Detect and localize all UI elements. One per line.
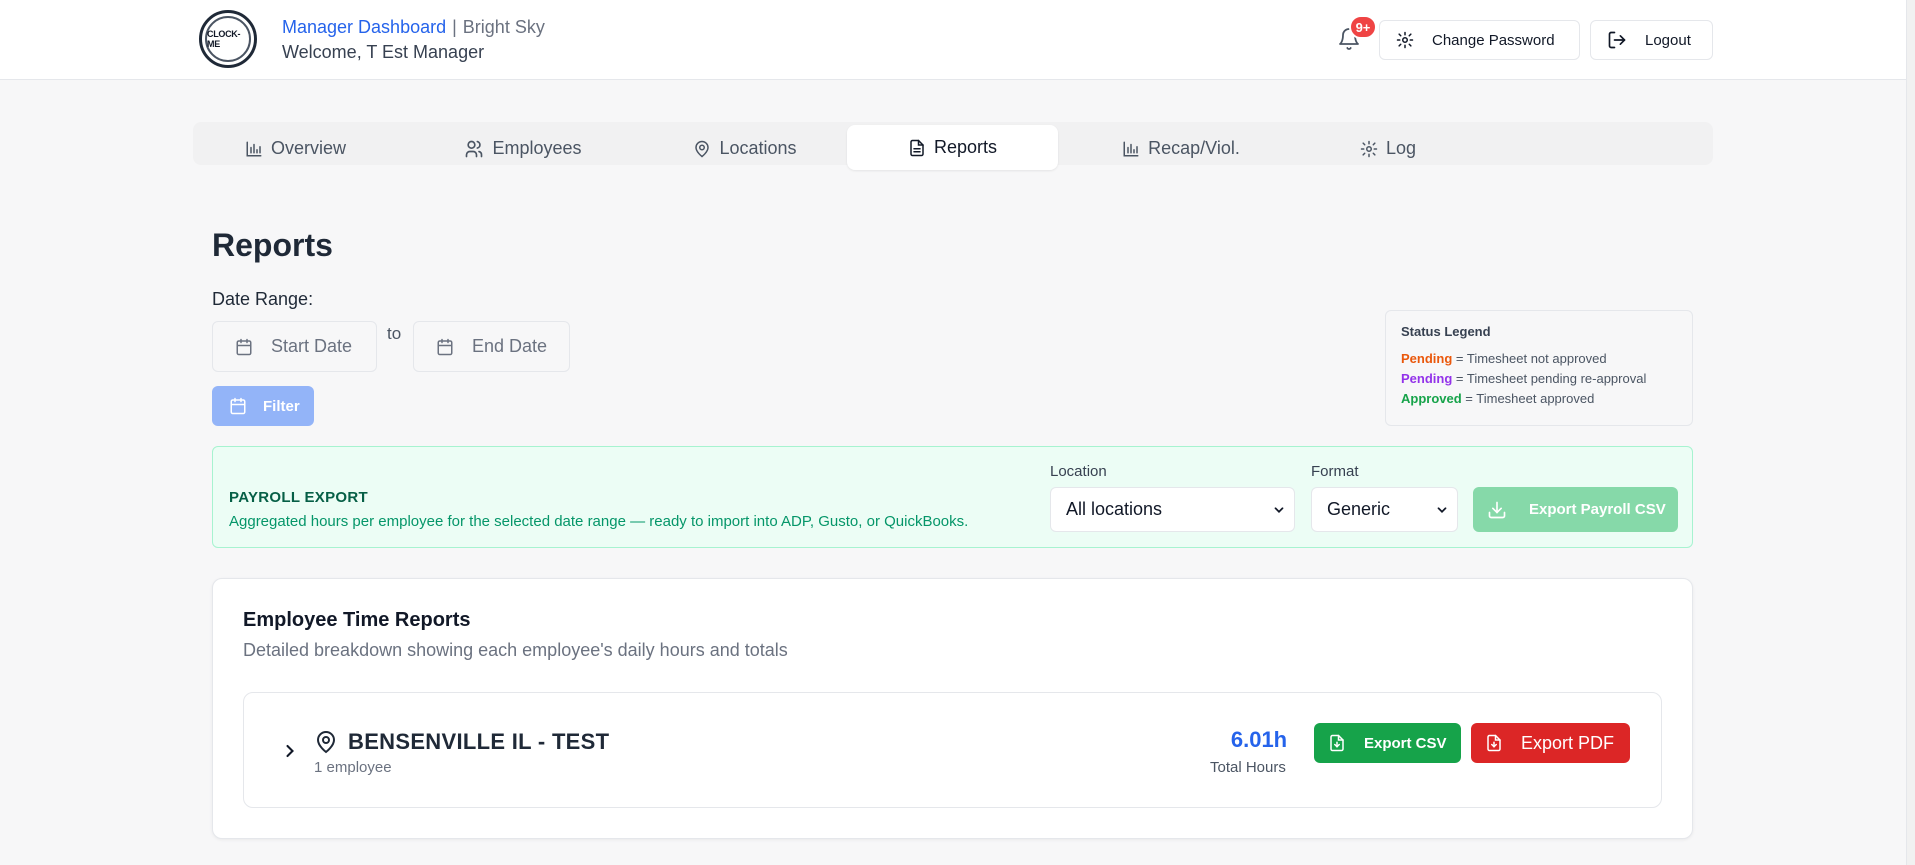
export-payroll-csv-button[interactable]: Export Payroll CSV (1473, 487, 1678, 532)
tab-reports-label: Reports (933, 137, 998, 157)
legend-text: = Timesheet approved (1465, 391, 1595, 406)
page-title: Reports (212, 227, 333, 263)
logout-label: Logout (1645, 31, 1691, 49)
total-hours-label: Total Hours (1210, 759, 1286, 776)
dashboard-tabs: Overview Employees Locations Reports Rec… (193, 122, 1713, 170)
payroll-export-title: PAYROLL EXPORT (229, 489, 368, 506)
export-csv-button[interactable]: Export CSV (1314, 723, 1461, 763)
gear-icon (1360, 140, 1378, 157)
location-select[interactable]: All locations (1050, 487, 1295, 532)
status-legend-title: Status Legend (1401, 324, 1491, 339)
legend-row-not-approved: Pending = Timesheet not approved (1401, 351, 1677, 366)
date-range-to: to (387, 324, 402, 343)
filter-button[interactable]: Filter (212, 386, 314, 426)
tab-overview[interactable]: Overview (233, 126, 358, 171)
map-pin-icon (316, 731, 336, 754)
tab-recap-violations-label: Recap/Viol. (1148, 138, 1240, 158)
chevron-down-icon (1274, 507, 1284, 513)
dashboard-title-main: Manager Dashboard (282, 17, 447, 37)
time-reports-title: Employee Time Reports (243, 609, 471, 631)
export-pdf-button[interactable]: Export PDF (1471, 723, 1630, 763)
tab-employees[interactable]: Employees (439, 126, 607, 171)
file-download-icon (1487, 734, 1501, 752)
logout-button[interactable]: Logout (1590, 20, 1713, 60)
legend-status: Approved (1401, 391, 1462, 406)
date-range-label: Date Range: (212, 289, 314, 309)
tab-locations-label: Locations (719, 138, 797, 158)
total-hours-value: 6.01h (1230, 727, 1288, 752)
tab-locations[interactable]: Locations (671, 126, 819, 171)
export-csv-label: Export CSV (1364, 734, 1447, 752)
download-icon (1488, 501, 1506, 518)
calendar-icon (236, 338, 252, 355)
tab-reports[interactable]: Reports (847, 125, 1058, 170)
title-separator: | (452, 17, 457, 37)
status-legend: Status Legend Pending = Timesheet not ap… (1385, 310, 1693, 426)
filter-label: Filter (263, 397, 300, 415)
change-password-label: Change Password (1432, 31, 1555, 49)
calendar-icon (437, 338, 453, 355)
file-download-icon (1330, 734, 1344, 752)
users-icon (466, 140, 483, 157)
format-select-label: Format (1311, 463, 1359, 480)
gear-icon (1396, 31, 1414, 49)
legend-text: = Timesheet pending re-approval (1455, 371, 1647, 386)
location-report-row[interactable]: BENSENVILLE IL - TEST 1 employee 6.01h T… (243, 692, 1662, 808)
export-pdf-label: Export PDF (1521, 732, 1615, 753)
legend-text: = Timesheet not approved (1455, 351, 1607, 366)
tab-log[interactable]: Log (1353, 126, 1423, 171)
dashboard-title: Manager Dashboard | Bright Sky (282, 17, 545, 38)
logo-text: CLOCK-ME (205, 16, 251, 62)
end-date-input[interactable]: End Date (413, 321, 570, 372)
bar-chart-icon (246, 141, 262, 156)
location-name: BENSENVILLE IL - TEST (348, 729, 610, 754)
change-password-button[interactable]: Change Password (1379, 20, 1580, 60)
tab-employees-label: Employees (492, 138, 582, 158)
legend-row-approved: Approved = Timesheet approved (1401, 391, 1677, 406)
location-select-label: Location (1050, 463, 1107, 480)
legend-row-pending-reapproval: Pending = Timesheet pending re-approval (1401, 371, 1677, 386)
tab-overview-label: Overview (270, 138, 346, 158)
end-date-placeholder: End Date (472, 336, 548, 356)
legend-status: Pending (1401, 351, 1453, 366)
payroll-export-panel: PAYROLL EXPORT Aggregated hours per empl… (212, 446, 1693, 548)
format-select-value: Generic (1327, 499, 1391, 519)
logout-icon (1608, 31, 1626, 49)
welcome-message: Welcome, T Est Manager (282, 42, 485, 62)
bar-chart-icon (1123, 141, 1139, 156)
map-pin-icon (695, 140, 710, 157)
start-date-input[interactable]: Start Date (212, 321, 377, 372)
location-select-value: All locations (1066, 499, 1163, 519)
export-payroll-csv-label: Export Payroll CSV (1529, 501, 1666, 518)
notification-badge[interactable]: 9+ (1349, 15, 1377, 39)
legend-status: Pending (1401, 371, 1453, 386)
top-header: CLOCK-ME Manager Dashboard | Bright Sky We… (0, 0, 1915, 80)
tab-log-label: Log (1385, 138, 1417, 158)
time-reports-subtitle: Detailed breakdown showing each employee… (243, 640, 788, 660)
chevron-right-icon[interactable] (280, 741, 300, 761)
file-text-icon (910, 139, 924, 156)
employee-time-reports-card: Employee Time Reports Detailed breakdown… (212, 578, 1693, 839)
clock-me-logo: CLOCK-ME (199, 10, 257, 68)
employee-count: 1 employee (314, 759, 392, 776)
start-date-placeholder: Start Date (271, 336, 353, 356)
payroll-export-description: Aggregated hours per employee for the se… (229, 513, 969, 530)
tab-recap-violations[interactable]: Recap/Viol. (1105, 126, 1257, 171)
organization-name: Bright Sky (462, 17, 545, 37)
calendar-icon (230, 397, 246, 415)
format-select[interactable]: Generic (1311, 487, 1458, 532)
page-scrollbar[interactable] (1906, 0, 1915, 865)
chevron-down-icon (1437, 507, 1447, 513)
